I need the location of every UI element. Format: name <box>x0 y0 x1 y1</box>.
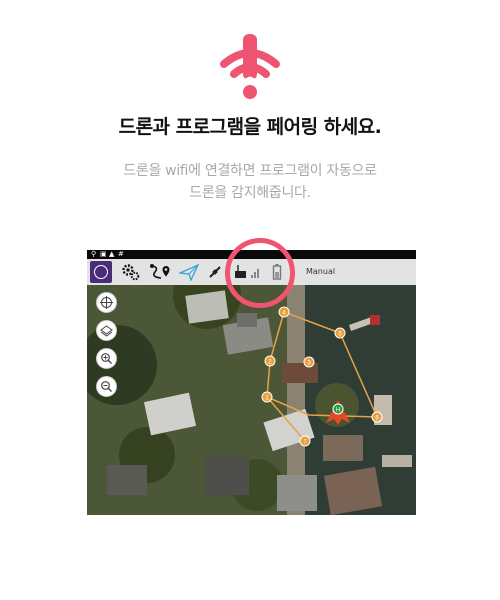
layers-button[interactable] <box>96 320 117 341</box>
route-icon[interactable] <box>149 263 171 281</box>
compass-icon <box>100 296 113 309</box>
dock-bottom <box>382 455 412 467</box>
zoom-out-icon <box>101 381 112 392</box>
zoom-in-button[interactable] <box>96 348 117 369</box>
house-roof <box>237 313 257 327</box>
dock-boat <box>370 315 380 325</box>
house-roof <box>107 465 147 495</box>
location-icon: ⚲ <box>91 250 97 258</box>
satellite-map[interactable]: 1 2 3 4 5 6 7 H <box>87 285 416 515</box>
target-icon <box>94 265 108 279</box>
warning-icon: ▲ <box>109 250 115 258</box>
house-roof <box>205 457 249 495</box>
zoom-in-icon <box>101 353 112 364</box>
send-plane-icon[interactable] <box>179 263 199 281</box>
compass-button[interactable] <box>96 292 117 313</box>
image-icon: ▣ <box>100 250 107 258</box>
house-roof <box>323 435 363 461</box>
hash-icon: # <box>118 250 124 258</box>
home-button[interactable] <box>90 261 112 283</box>
zoom-out-button[interactable] <box>96 376 117 397</box>
house-roof <box>277 475 317 511</box>
description-line-2: 드론을 감지해줍니다. <box>189 185 311 201</box>
satellite-icon <box>209 266 221 278</box>
house-roof <box>185 290 229 324</box>
flight-mode-label: Manual <box>306 267 336 276</box>
layers-icon <box>100 325 113 337</box>
settings-gears-icon[interactable] <box>121 263 141 281</box>
connection-highlight-circle <box>225 238 295 308</box>
description-line-1: 드론을 wifi에 연결하면 프로그램이 자동으로 <box>123 163 377 179</box>
page-description: 드론을 wifi에 연결하면 프로그램이 자동으로 드론을 감지해줍니다. <box>0 160 500 204</box>
wifi-alert-icon <box>220 34 280 99</box>
home-marker-label: H <box>336 408 340 414</box>
page-title: 드론과 프로그램을 페어링 하세요. <box>118 116 382 138</box>
